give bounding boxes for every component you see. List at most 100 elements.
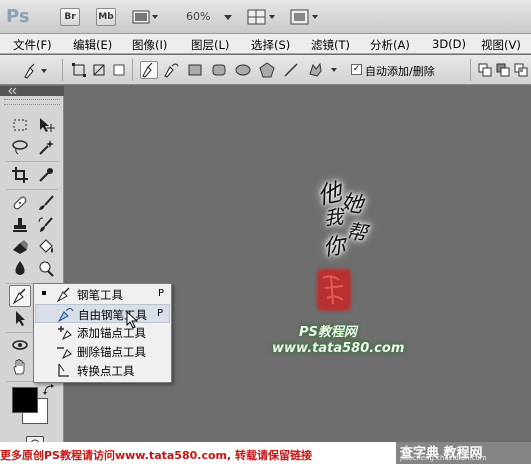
freeform-pen-icon xyxy=(164,63,179,78)
ellipse-option[interactable] xyxy=(234,61,252,79)
path-combine-add-button[interactable] xyxy=(476,61,494,79)
pen-icon xyxy=(142,62,153,78)
eraser-tool[interactable] xyxy=(9,236,31,258)
3d-rotate-tool[interactable] xyxy=(9,334,31,356)
quick-selection-tool[interactable] xyxy=(35,136,57,158)
view-extras-button[interactable] xyxy=(132,8,158,26)
document-canvas[interactable]: 他 她 我 帮 你 xyxy=(65,86,531,442)
blur-tool[interactable] xyxy=(9,258,31,280)
clone-stamp-tool[interactable] xyxy=(9,214,31,236)
path-combine-subtract-button[interactable] xyxy=(494,61,512,79)
photoshop-logo: Ps xyxy=(6,6,30,27)
hand-icon xyxy=(13,359,25,375)
flyout-item-freeform-pen[interactable]: 自由钢笔工具 P xyxy=(35,304,170,323)
menu-select[interactable]: 选择(S) xyxy=(251,37,290,53)
rounded-rectangle-icon xyxy=(212,64,226,76)
separator xyxy=(62,59,63,81)
pen-tool-option[interactable] xyxy=(140,61,158,79)
menu-analysis[interactable]: 分析(A) xyxy=(370,37,410,53)
flyout-item-label: 钢笔工具 xyxy=(77,288,123,302)
subtract-shapes-icon xyxy=(496,63,510,77)
collapse-arrows-icon xyxy=(8,87,17,95)
flyout-item-delete-anchor[interactable]: 删除锚点工具 xyxy=(35,342,170,361)
calligraphy-char: 帮 xyxy=(344,218,369,246)
freeform-pen-icon xyxy=(57,308,74,322)
film-strip-icon xyxy=(132,10,158,24)
zoom-level-select[interactable]: 60% xyxy=(186,10,246,23)
history-brush-tool[interactable] xyxy=(35,214,57,236)
custom-shape-option[interactable] xyxy=(306,61,340,79)
flyout-item-add-anchor[interactable]: 添加锚点工具 xyxy=(35,323,170,342)
eyedropper-tool[interactable] xyxy=(35,164,57,186)
custom-shape-icon xyxy=(309,62,337,77)
intersect-shapes-icon xyxy=(514,63,528,77)
path-selection-tool[interactable] xyxy=(9,307,31,329)
separator xyxy=(132,59,133,81)
dodge-tool[interactable] xyxy=(35,258,57,280)
paths-button[interactable] xyxy=(90,61,108,79)
path-mode-icon xyxy=(93,64,105,76)
menu-filter[interactable]: 滤镜(T) xyxy=(311,37,350,53)
ellipse-icon xyxy=(235,64,251,76)
logo-sub-text: jiaocheng.chazidian.com xyxy=(400,454,487,462)
shortcut-key: P xyxy=(156,308,163,319)
paint-bucket-tool[interactable] xyxy=(35,236,57,258)
move-tool[interactable] xyxy=(35,114,57,136)
menu-layer[interactable]: 图层(L) xyxy=(191,37,229,53)
fill-pixels-button[interactable] xyxy=(110,61,128,79)
lasso-tool[interactable] xyxy=(9,136,31,158)
swap-colors-button[interactable] xyxy=(43,384,55,396)
screen-mode-icon xyxy=(290,9,318,25)
arrange-documents-button[interactable] xyxy=(247,8,279,26)
menu-3d[interactable]: 3D(D) xyxy=(432,37,466,51)
shape-layers-button[interactable] xyxy=(70,61,88,79)
panel-grip[interactable] xyxy=(4,99,60,105)
menu-edit[interactable]: 编辑(E) xyxy=(73,37,112,53)
polygon-icon xyxy=(259,62,275,78)
bridge-button[interactable]: Br xyxy=(60,8,80,26)
brush-tool[interactable] xyxy=(35,192,57,214)
marquee-tool[interactable] xyxy=(9,114,31,136)
red-seal-image xyxy=(311,264,357,316)
seal-stamp-icon xyxy=(317,269,351,311)
flyout-item-label: 删除锚点工具 xyxy=(77,345,146,359)
dodge-icon xyxy=(39,261,54,277)
screen-mode-button[interactable] xyxy=(290,8,322,26)
pen-icon xyxy=(56,287,70,302)
path-combine-intersect-button[interactable] xyxy=(512,61,530,79)
auto-add-delete-checkbox[interactable]: ✓ xyxy=(351,64,362,75)
separator xyxy=(6,189,58,190)
line-option[interactable] xyxy=(282,61,300,79)
shortcut-key: P xyxy=(157,288,164,299)
rectangle-option[interactable] xyxy=(186,61,204,79)
tool-preset-picker[interactable] xyxy=(20,61,50,79)
tools-panel-header[interactable] xyxy=(0,86,64,96)
pen-tool[interactable] xyxy=(9,285,31,307)
freeform-pen-option[interactable] xyxy=(162,61,180,79)
crop-tool[interactable] xyxy=(9,164,31,186)
flyout-item-convert-point[interactable]: 转换点工具 xyxy=(35,361,170,380)
delete-anchor-icon xyxy=(57,347,72,359)
rounded-rectangle-option[interactable] xyxy=(210,61,228,79)
foreground-color-swatch[interactable] xyxy=(12,387,38,413)
selection-arrow-icon xyxy=(16,311,25,326)
auto-add-delete-label: 自动添加/删除 xyxy=(365,65,435,78)
3d-rotate-icon xyxy=(12,340,28,350)
separator xyxy=(6,161,58,162)
flyout-item-pen[interactable]: 钢笔工具 P xyxy=(35,285,170,304)
footer-notice: 更多原创PS教程请访问www.tata580.com, 转载请保留链接 xyxy=(0,449,312,462)
marquee-icon xyxy=(13,119,27,131)
mouse-cursor-icon xyxy=(126,311,139,329)
eraser-icon xyxy=(13,240,28,254)
swap-arrow-icon xyxy=(43,384,54,395)
hand-tool[interactable] xyxy=(9,356,31,378)
healing-brush-tool[interactable] xyxy=(9,192,31,214)
menu-view[interactable]: 视图(V) xyxy=(481,37,521,53)
mini-bridge-button[interactable]: Mb xyxy=(96,8,116,26)
menu-file[interactable]: 文件(F) xyxy=(13,37,52,53)
menu-image[interactable]: 图像(I) xyxy=(132,37,167,53)
tools-panel xyxy=(0,86,64,464)
zoom-value: 60% xyxy=(186,10,211,23)
polygon-option[interactable] xyxy=(258,61,276,79)
pen-icon xyxy=(12,288,26,305)
